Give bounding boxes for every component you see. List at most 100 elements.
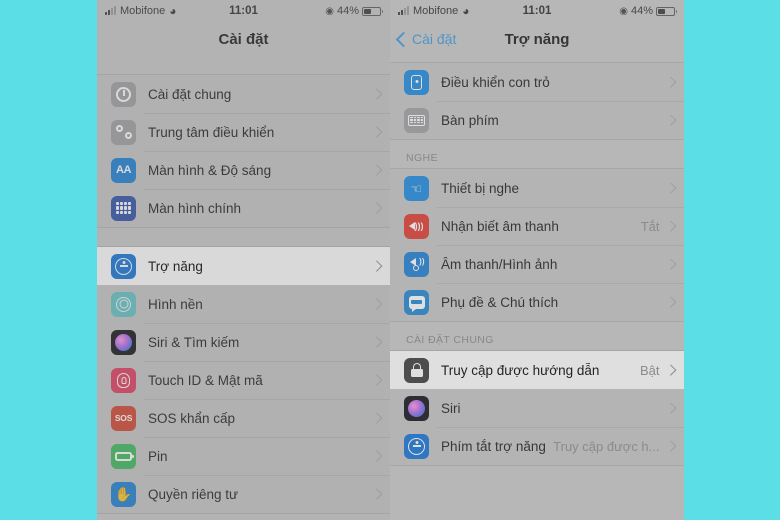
row-label: Bàn phím xyxy=(441,112,499,128)
keyboard-icon xyxy=(404,107,429,133)
sound-recognition-icon: ))) xyxy=(404,213,429,239)
subtitles-icon xyxy=(404,289,429,315)
row-label: Âm thanh/Hình ảnh xyxy=(441,256,558,272)
spacer xyxy=(97,56,390,74)
sidebar-item-battery[interactable]: Pin xyxy=(97,437,390,475)
row-label: Hình nền xyxy=(148,296,203,312)
section-header-hearing: NGHE xyxy=(390,140,684,168)
list-item-subtitles[interactable]: Phụ đề & Chú thích xyxy=(390,283,684,321)
chevron-right-icon xyxy=(664,220,676,232)
gear-icon xyxy=(111,81,136,107)
list-item-siri[interactable]: Siri xyxy=(390,389,684,427)
chevron-right-icon xyxy=(370,88,382,100)
left-scroll-area[interactable]: Cài đặt chung Trung tâm điều khiển AA Mà… xyxy=(97,56,390,520)
row-label: Trợ năng xyxy=(148,258,203,274)
sidebar-item-touch-id[interactable]: Touch ID & Mật mã xyxy=(97,361,390,399)
list-item-keyboard[interactable]: Bàn phím xyxy=(390,101,684,139)
chevron-right-icon xyxy=(664,76,676,88)
row-value: Bật xyxy=(639,362,660,378)
back-button-label: Cài đặt xyxy=(412,31,457,47)
list-item-hearing-devices[interactable]: ☜ Thiết bị nghe xyxy=(390,169,684,207)
chevron-right-icon xyxy=(370,336,382,348)
chevron-right-icon xyxy=(370,412,382,424)
chevron-right-icon xyxy=(370,488,382,500)
sidebar-item-siri-search[interactable]: Siri & Tìm kiếm xyxy=(97,323,390,361)
guided-access-icon xyxy=(404,357,429,383)
wallpaper-icon xyxy=(111,291,136,317)
chevron-right-icon xyxy=(664,258,676,270)
sos-icon: SOS xyxy=(111,405,136,431)
row-label: Phím tắt trợ năng xyxy=(441,438,546,454)
battery-percent-label: 44% xyxy=(336,5,359,17)
row-label: Điều khiển con trỏ xyxy=(441,74,550,90)
settings-group-1: Cài đặt chung Trung tâm điều khiển AA Mà… xyxy=(97,74,390,228)
chevron-right-icon xyxy=(664,296,676,308)
row-value: Truy cập được h... xyxy=(553,438,660,454)
location-icon: ◉ xyxy=(325,5,334,17)
siri-icon xyxy=(404,395,429,421)
audio-visual-icon: )) xyxy=(404,251,429,277)
row-label: Touch ID & Mật mã xyxy=(148,372,263,388)
accessibility-group-2: ☜ Thiết bị nghe ))) Nhận biết âm thanh T… xyxy=(390,168,684,322)
battery-green-icon xyxy=(111,443,136,469)
pointer-control-icon xyxy=(404,69,429,95)
spacer xyxy=(97,514,390,520)
left-phone-screen: Mobifone ◕ 11:01 ◉ 44% Cài đặt Cài đặt c… xyxy=(97,0,390,520)
touch-id-icon xyxy=(111,367,136,393)
row-label: Trung tâm điều khiển xyxy=(148,124,275,140)
chevron-right-icon xyxy=(370,298,382,310)
screenshot-stage: Mobifone ◕ 11:01 ◉ 44% Cài đặt Cài đặt c… xyxy=(0,0,780,520)
right-status-bar: Mobifone ◕ 11:01 ◉ 44% xyxy=(390,0,684,22)
row-label: Cài đặt chung xyxy=(148,86,232,102)
sidebar-item-display-brightness[interactable]: AA Màn hình & Độ sáng xyxy=(97,151,390,189)
battery-icon xyxy=(362,6,383,16)
chevron-right-icon xyxy=(370,126,382,138)
left-nav-bar: Cài đặt xyxy=(97,22,390,56)
list-item-pointer-control[interactable]: Điều khiển con trỏ xyxy=(390,63,684,101)
row-label: Màn hình & Độ sáng xyxy=(148,162,272,178)
chevron-right-icon xyxy=(370,164,382,176)
accessibility-icon xyxy=(111,253,136,279)
right-phone-screen: Mobifone ◕ 11:01 ◉ 44% Cài đặt Trợ năng xyxy=(390,0,684,520)
row-label: Nhận biết âm thanh xyxy=(441,218,559,234)
carrier-label: Mobifone xyxy=(413,5,459,17)
row-label: SOS khẩn cấp xyxy=(148,410,236,426)
carrier-label: Mobifone xyxy=(120,5,166,17)
back-button[interactable]: Cài đặt xyxy=(395,31,457,47)
right-scroll-area[interactable]: Điều khiển con trỏ Bàn phím NGHE ☜ Thiết… xyxy=(390,56,684,520)
sidebar-item-privacy[interactable]: ✋ Quyền riêng tư xyxy=(97,475,390,513)
list-item-guided-access[interactable]: Truy cập được hướng dẫn Bật xyxy=(390,351,684,389)
list-item-sound-recognition[interactable]: ))) Nhận biết âm thanh Tắt xyxy=(390,207,684,245)
sidebar-item-wallpaper[interactable]: Hình nền xyxy=(97,285,390,323)
section-header-general: CÀI ĐẶT CHUNG xyxy=(390,322,684,350)
row-label: Phụ đề & Chú thích xyxy=(441,294,559,310)
wifi-icon: ◕ xyxy=(169,4,177,18)
background-left xyxy=(0,0,97,520)
spacer xyxy=(97,228,390,246)
siri-icon xyxy=(111,329,136,355)
accessibility-icon xyxy=(404,433,429,459)
list-item-audio-visual[interactable]: )) Âm thanh/Hình ảnh xyxy=(390,245,684,283)
sidebar-item-sos[interactable]: SOS SOS khẩn cấp xyxy=(97,399,390,437)
chevron-right-icon xyxy=(664,440,676,452)
chevron-right-icon xyxy=(370,202,382,214)
chevron-right-icon xyxy=(664,114,676,126)
signal-bars-icon xyxy=(105,6,116,15)
settings-group-2: Trợ năng Hình nền Siri & Tìm kiếm Touch … xyxy=(97,246,390,514)
signal-bars-icon xyxy=(398,6,409,15)
chevron-right-icon xyxy=(370,260,382,272)
display-brightness-icon: AA xyxy=(111,157,136,183)
sidebar-item-control-center[interactable]: Trung tâm điều khiển xyxy=(97,113,390,151)
sidebar-item-general[interactable]: Cài đặt chung xyxy=(97,75,390,113)
privacy-hand-icon: ✋ xyxy=(111,481,136,507)
row-label: Quyền riêng tư xyxy=(148,486,239,502)
sidebar-item-home-screen[interactable]: Màn hình chính xyxy=(97,189,390,227)
left-status-bar: Mobifone ◕ 11:01 ◉ 44% xyxy=(97,0,390,22)
accessibility-group-3: Truy cập được hướng dẫn Bật Siri Phím tắ… xyxy=(390,350,684,466)
background-right xyxy=(684,0,780,520)
battery-icon xyxy=(656,6,677,16)
wifi-icon: ◕ xyxy=(462,4,470,18)
row-label: Siri xyxy=(441,400,461,416)
sidebar-item-accessibility[interactable]: Trợ năng xyxy=(97,247,390,285)
list-item-accessibility-shortcut[interactable]: Phím tắt trợ năng Truy cập được h... xyxy=(390,427,684,465)
